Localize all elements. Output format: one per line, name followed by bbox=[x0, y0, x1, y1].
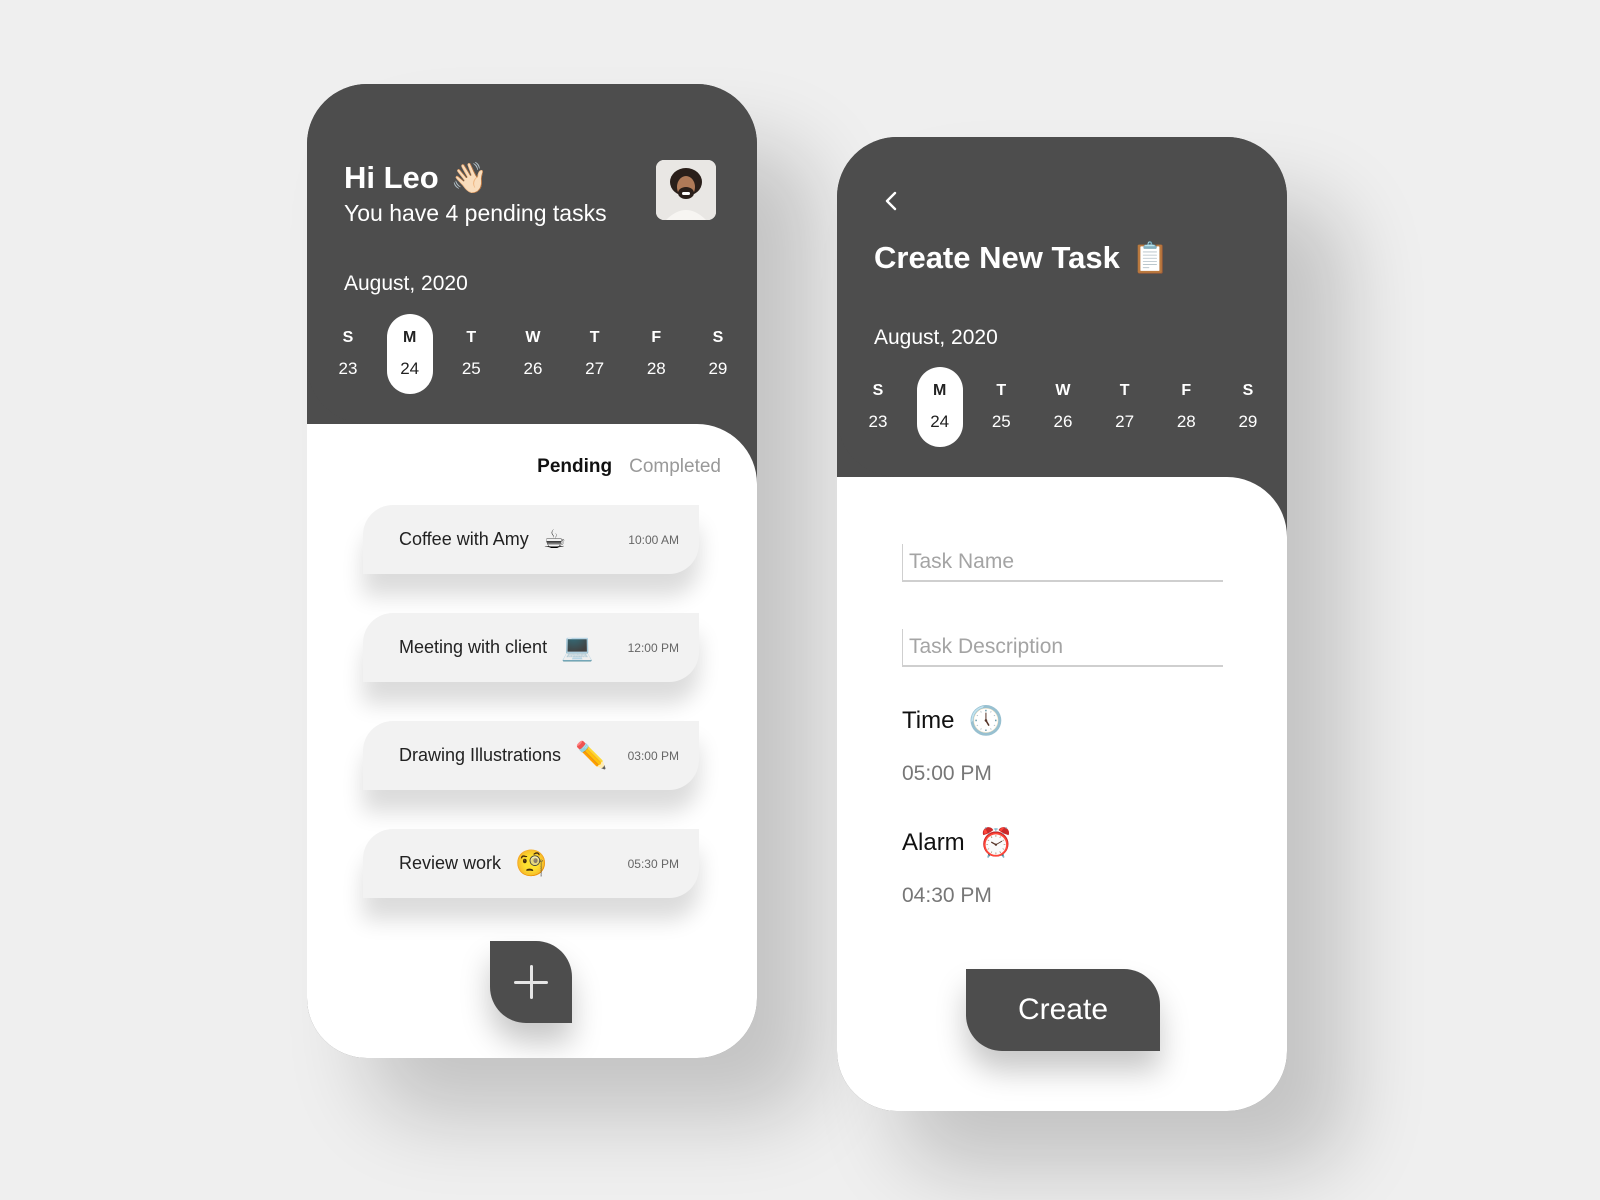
day-26[interactable]: W 26 bbox=[510, 314, 556, 394]
plus-icon bbox=[514, 965, 548, 999]
day-24-selected[interactable]: M 24 bbox=[916, 367, 963, 447]
day-name: T bbox=[996, 382, 1007, 399]
time-label: Time 🕔 bbox=[902, 704, 1003, 737]
task-name: Review work bbox=[399, 853, 502, 873]
day-name: M bbox=[402, 329, 417, 346]
day-name: W bbox=[525, 329, 541, 346]
day-date: 29 bbox=[708, 359, 728, 378]
waving-hand-icon: 👋🏻 bbox=[450, 161, 489, 195]
clipboard-icon: 📋 bbox=[1131, 241, 1170, 275]
alarm-label-text: Alarm bbox=[902, 828, 965, 856]
day-28[interactable]: F 28 bbox=[1163, 367, 1209, 447]
task-list-area: Pending Completed Coffee with Amy ☕ 10:0… bbox=[307, 424, 757, 1058]
day-name: S bbox=[712, 329, 724, 346]
day-23[interactable]: S 23 bbox=[325, 314, 371, 394]
create-task-screen: Time 🕔 05:00 PM Alarm ⏰ 04:30 PM Create … bbox=[837, 137, 1287, 1111]
day-name: T bbox=[466, 329, 477, 346]
day-23[interactable]: S 23 bbox=[855, 367, 901, 447]
day-date: 27 bbox=[585, 359, 605, 378]
day-name: S bbox=[872, 382, 884, 399]
add-task-button[interactable] bbox=[490, 941, 572, 1023]
day-name: F bbox=[1181, 382, 1192, 399]
day-name: W bbox=[1055, 382, 1071, 399]
create-header: Create New Task 📋 August, 2020 S 23 M 24 T… bbox=[837, 137, 1287, 477]
day-date: 24 bbox=[930, 412, 950, 431]
avatar-photo bbox=[656, 160, 716, 220]
day-28[interactable]: F 28 bbox=[633, 314, 679, 394]
day-date: 26 bbox=[1053, 412, 1073, 431]
pencil-icon: ✏️ bbox=[575, 740, 608, 770]
monocle-face-icon: 🧐 bbox=[515, 848, 548, 878]
day-name: T bbox=[1119, 382, 1130, 399]
day-date: 25 bbox=[461, 359, 481, 378]
time-value[interactable]: 05:00 PM bbox=[902, 762, 992, 786]
alarm-label: Alarm ⏰ bbox=[902, 826, 1014, 859]
chevron-left-icon[interactable] bbox=[877, 187, 905, 215]
tab-pending[interactable]: Pending bbox=[537, 456, 612, 478]
day-date: 27 bbox=[1115, 412, 1135, 431]
task-card[interactable]: Review work 🧐 05:30 PM bbox=[363, 829, 699, 898]
task-name: Coffee with Amy bbox=[399, 529, 529, 549]
day-date: 23 bbox=[338, 359, 358, 378]
greeting: Hi Leo 👋🏻 bbox=[344, 160, 488, 196]
avatar[interactable] bbox=[656, 160, 716, 220]
day-24-selected[interactable]: M 24 bbox=[386, 314, 433, 394]
day-26[interactable]: W 26 bbox=[1040, 367, 1086, 447]
task-time: 10:00 AM bbox=[628, 532, 679, 547]
task-time: 05:30 PM bbox=[627, 856, 679, 871]
day-25[interactable]: T 25 bbox=[448, 314, 494, 394]
day-date: 29 bbox=[1238, 412, 1258, 431]
day-date: 26 bbox=[523, 359, 543, 378]
task-name: Drawing Illustrations bbox=[399, 745, 562, 765]
greeting-text: Hi Leo bbox=[344, 160, 439, 195]
task-time: 03:00 PM bbox=[627, 748, 679, 763]
day-27[interactable]: T 27 bbox=[572, 314, 618, 394]
task-tabs: Pending Completed bbox=[537, 456, 721, 478]
month-label: August, 2020 bbox=[874, 326, 998, 349]
task-name-field bbox=[902, 544, 1223, 582]
task-description-field bbox=[902, 629, 1223, 667]
month-label: August, 2020 bbox=[344, 272, 468, 295]
create-button[interactable]: Create bbox=[966, 969, 1160, 1051]
day-name: M bbox=[932, 382, 947, 399]
week-strip: S 23 M 24 T 25 W 26 T 27 F 28 S 29 bbox=[325, 314, 741, 394]
day-29[interactable]: S 29 bbox=[695, 314, 741, 394]
day-name: S bbox=[342, 329, 354, 346]
laptop-icon: 💻 bbox=[561, 632, 594, 662]
task-name-input[interactable] bbox=[903, 544, 1223, 580]
task-card[interactable]: Meeting with client 💻 12:00 PM bbox=[363, 613, 699, 682]
time-label-text: Time bbox=[902, 706, 955, 734]
alarm-value[interactable]: 04:30 PM bbox=[902, 884, 992, 908]
day-date: 28 bbox=[1176, 412, 1196, 431]
tab-completed[interactable]: Completed bbox=[629, 456, 721, 478]
create-form: Time 🕔 05:00 PM Alarm ⏰ 04:30 PM Create bbox=[837, 477, 1287, 1111]
day-date: 24 bbox=[400, 359, 420, 378]
day-25[interactable]: T 25 bbox=[978, 367, 1024, 447]
day-name: T bbox=[589, 329, 600, 346]
clock-icon: 🕔 bbox=[968, 705, 1004, 736]
pending-summary: You have 4 pending tasks bbox=[344, 200, 607, 226]
task-name: Meeting with client bbox=[399, 637, 548, 657]
task-card[interactable]: Drawing Illustrations ✏️ 03:00 PM bbox=[363, 721, 699, 790]
alarm-clock-icon: ⏰ bbox=[978, 827, 1014, 858]
day-date: 23 bbox=[868, 412, 888, 431]
day-date: 28 bbox=[646, 359, 666, 378]
task-time: 12:00 PM bbox=[627, 640, 679, 655]
day-date: 25 bbox=[991, 412, 1011, 431]
task-description-input[interactable] bbox=[903, 629, 1223, 665]
task-card[interactable]: Coffee with Amy ☕ 10:00 AM bbox=[363, 505, 699, 574]
day-name: F bbox=[651, 329, 662, 346]
day-29[interactable]: S 29 bbox=[1225, 367, 1271, 447]
page-title: Create New Task 📋 bbox=[874, 240, 1169, 276]
day-name: S bbox=[1242, 382, 1254, 399]
day-27[interactable]: T 27 bbox=[1102, 367, 1148, 447]
week-strip: S 23 M 24 T 25 W 26 T 27 F 28 S 29 bbox=[855, 367, 1271, 447]
home-header: Hi Leo 👋🏻 You have 4 pending tasks Augus… bbox=[307, 84, 757, 424]
title-text: Create New Task bbox=[874, 240, 1120, 275]
coffee-icon: ☕ bbox=[542, 524, 567, 554]
home-screen: Pending Completed Coffee with Amy ☕ 10:0… bbox=[307, 84, 757, 1058]
